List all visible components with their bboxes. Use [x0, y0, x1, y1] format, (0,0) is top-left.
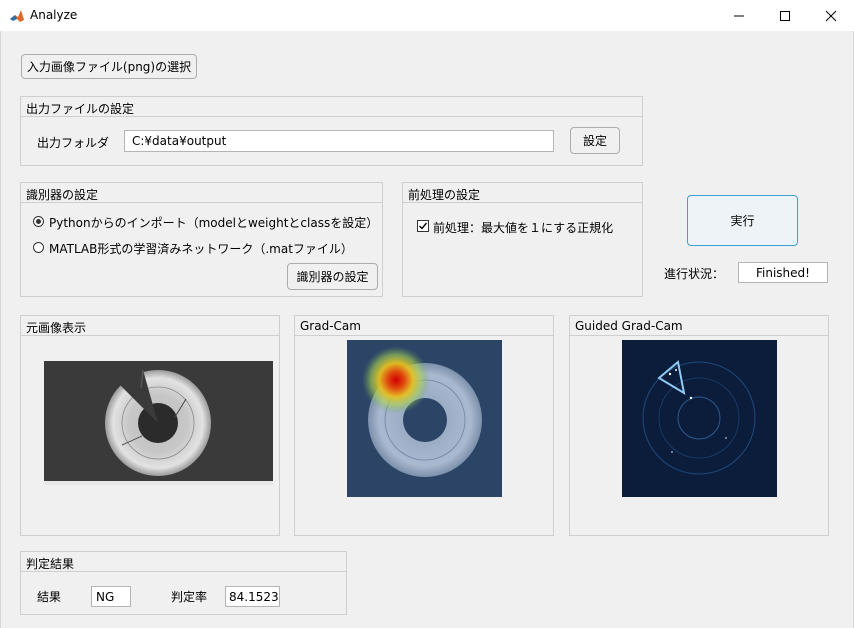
radio-python-import-label[interactable]: Pythonからのインポート（modelとweightとclassを設定）	[49, 214, 378, 231]
run-button[interactable]: 実行	[687, 195, 798, 246]
gradcam-image	[347, 340, 502, 497]
gradcam-panel: Grad-Cam	[294, 315, 554, 536]
result-title: 判定結果	[21, 552, 346, 572]
gradcam-title: Grad-Cam	[295, 316, 553, 336]
output-folder-field[interactable]: C:¥data¥output	[124, 130, 554, 152]
minimize-button[interactable]	[716, 0, 762, 31]
guided-gradcam-panel: Guided Grad-Cam	[569, 315, 829, 536]
radio-matlab-network[interactable]	[33, 242, 44, 253]
guided-gradcam-image	[622, 340, 777, 497]
close-button[interactable]	[808, 0, 854, 31]
result-label: 結果	[37, 590, 62, 604]
radio-selected-dot	[36, 219, 41, 224]
maximize-icon	[780, 10, 790, 21]
window-title: Analyze	[30, 8, 78, 22]
classifier-settings-title: 識別器の設定	[21, 183, 382, 203]
matlab-icon	[9, 8, 25, 24]
rate-value-field: 84.1523	[225, 586, 280, 607]
title-bar: Analyze	[0, 0, 854, 31]
normalize-checkbox-label[interactable]: 前処理：最大値を１にする正規化	[433, 219, 613, 236]
original-image-title: 元画像表示	[21, 316, 279, 336]
progress-status-field: Finished!	[738, 262, 828, 283]
classifier-settings-panel: 識別器の設定 Pythonからのインポート（modelとweightとclass…	[20, 182, 383, 297]
result-value-field: NG	[91, 586, 131, 607]
maximize-button[interactable]	[762, 0, 808, 31]
progress-label: 進行状況：	[664, 267, 725, 281]
rate-label: 判定率	[171, 590, 208, 604]
original-image-panel: 元画像表示	[20, 315, 280, 536]
classifier-settings-button[interactable]: 識別器の設定	[287, 263, 378, 290]
output-settings-panel: 出力ファイルの設定 出力フォルダ C:¥data¥output 設定	[20, 96, 643, 166]
output-settings-title: 出力ファイルの設定	[21, 97, 642, 117]
radio-matlab-network-label[interactable]: MATLAB形式の学習済みネットワーク（.matファイル）	[49, 240, 353, 257]
preprocess-settings-title: 前処理の設定	[403, 183, 642, 203]
guided-gradcam-title: Guided Grad-Cam	[570, 316, 828, 336]
output-settings-button[interactable]: 設定	[570, 127, 620, 154]
minimize-icon	[734, 15, 744, 16]
output-folder-label: 出力フォルダ	[37, 136, 110, 150]
preprocess-settings-panel: 前処理の設定 前処理：最大値を１にする正規化	[402, 182, 643, 297]
checkmark-icon	[419, 222, 428, 230]
normalize-checkbox[interactable]	[417, 220, 429, 232]
close-icon	[825, 10, 837, 21]
original-image	[44, 361, 273, 485]
result-panel: 判定結果 結果 NG 判定率 84.1523	[20, 551, 347, 615]
select-input-file-button[interactable]: 入力画像ファイル(png)の選択	[21, 54, 197, 79]
radio-python-import[interactable]	[33, 216, 44, 227]
